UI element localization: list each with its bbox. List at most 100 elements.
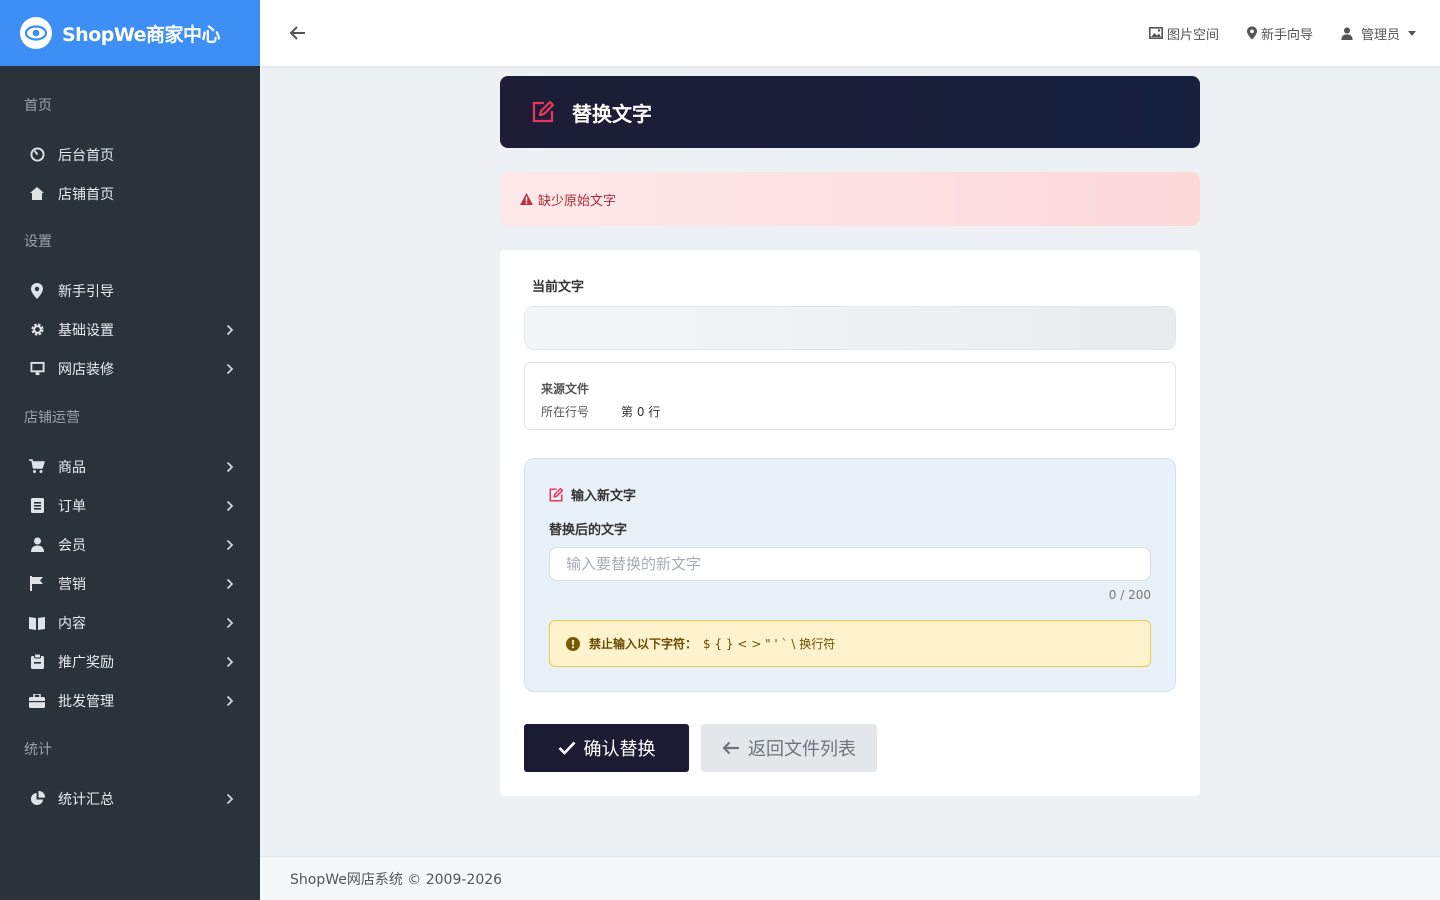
sidebar: ShopWe商家中心 首页 后台首页 店铺首页 设置 新手引导 基础设置 网店装… bbox=[0, 0, 260, 900]
sidebar-item-basic-settings[interactable]: 基础设置 bbox=[0, 310, 260, 349]
caret-down-icon bbox=[1408, 30, 1416, 36]
footer: ShopWe网店系统 © 2009-2026 bbox=[260, 856, 1440, 900]
header-link-image-space[interactable]: 图片空间 bbox=[1148, 24, 1219, 43]
sidebar-item-promotion[interactable]: 推广奖励 bbox=[0, 642, 260, 681]
briefcase-icon bbox=[29, 693, 45, 709]
chevron-right-icon bbox=[226, 363, 234, 374]
arrow-left-icon bbox=[722, 741, 739, 755]
back-to-file-list-button[interactable]: 返回文件列表 bbox=[701, 724, 877, 772]
list-icon bbox=[29, 498, 45, 514]
monitor-icon bbox=[29, 361, 45, 377]
header-link-label: 管理员 bbox=[1360, 27, 1400, 43]
image-icon bbox=[1148, 27, 1163, 39]
chevron-right-icon bbox=[226, 695, 234, 706]
sidebar-item-label: 内容 bbox=[58, 615, 86, 632]
chevron-right-icon bbox=[226, 500, 234, 511]
sidebar-item-label: 商品 bbox=[58, 459, 86, 476]
footer-copyright: ShopWe网店系统 © 2009-2026 bbox=[290, 871, 503, 888]
source-info-box: 来源文件 所在行号 第 0 行 bbox=[524, 362, 1176, 430]
user-icon bbox=[1341, 26, 1353, 40]
sidebar-item-label: 订单 bbox=[58, 498, 86, 515]
chevron-right-icon bbox=[226, 324, 234, 335]
line-number-value: 第 0 行 bbox=[621, 405, 661, 419]
sidebar-item-label: 店铺首页 bbox=[58, 186, 114, 203]
chevron-right-icon bbox=[226, 617, 234, 628]
header-link-label: 图片空间 bbox=[1166, 27, 1219, 43]
warning-chars: $ { } < > " ' ` \ 换行符 bbox=[703, 637, 836, 651]
sidebar-item-decoration[interactable]: 网店装修 bbox=[0, 349, 260, 388]
book-icon bbox=[29, 615, 45, 631]
sidebar-item-products[interactable]: 商品 bbox=[0, 447, 260, 486]
home-icon bbox=[29, 186, 45, 202]
edit-icon bbox=[532, 101, 554, 123]
edit-icon bbox=[549, 487, 563, 501]
user-icon bbox=[29, 537, 45, 553]
chevron-right-icon bbox=[226, 656, 234, 667]
map-marker-icon bbox=[1246, 26, 1257, 40]
gear-icon bbox=[29, 322, 45, 338]
chevron-right-icon bbox=[226, 461, 234, 472]
sidebar-item-guide[interactable]: 新手引导 bbox=[0, 271, 260, 310]
flag-icon bbox=[29, 576, 45, 592]
sidebar-item-marketing[interactable]: 营销 bbox=[0, 564, 260, 603]
sidebar-item-members[interactable]: 会员 bbox=[0, 525, 260, 564]
map-marker-icon bbox=[29, 282, 45, 299]
page-title: 替换文字 bbox=[572, 101, 652, 126]
warning-title: 禁止输入以下字符： bbox=[589, 637, 698, 651]
source-file-label: 来源文件 bbox=[541, 382, 590, 396]
header-link-label: 新手向导 bbox=[1260, 27, 1313, 43]
cart-icon bbox=[29, 459, 45, 475]
sidebar-item-label: 新手引导 bbox=[58, 283, 114, 300]
confirm-replace-button[interactable]: 确认替换 bbox=[524, 724, 689, 772]
back-arrow-icon[interactable] bbox=[288, 23, 308, 43]
sidebar-item-orders[interactable]: 订单 bbox=[0, 486, 260, 525]
nav-section-stats: 统计 bbox=[24, 742, 52, 758]
dashboard-icon bbox=[29, 147, 45, 163]
header-link-guide[interactable]: 新手向导 bbox=[1246, 24, 1313, 43]
pie-chart-icon bbox=[29, 791, 45, 807]
sidebar-item-label: 推广奖励 bbox=[58, 654, 114, 671]
sidebar-item-label: 营销 bbox=[58, 576, 86, 593]
sidebar-item-stats-summary[interactable]: 统计汇总 bbox=[0, 779, 260, 818]
brand-bar[interactable]: ShopWe商家中心 bbox=[0, 0, 260, 66]
top-header: 图片空间 新手向导 管理员 bbox=[260, 0, 1440, 66]
sidebar-item-label: 后台首页 bbox=[58, 147, 114, 164]
replace-form-card: 当前文字 来源文件 所在行号 第 0 行 输入新文字 替换后的文字 0 / 20… bbox=[500, 250, 1200, 796]
brand-logo-icon bbox=[20, 17, 52, 49]
chevron-right-icon bbox=[226, 793, 234, 804]
current-text-display bbox=[524, 306, 1176, 350]
new-text-panel-heading: 输入新文字 bbox=[549, 485, 636, 504]
nav-section-home: 首页 bbox=[24, 98, 52, 114]
sidebar-item-label: 网店装修 bbox=[58, 361, 114, 378]
replacement-text-label: 替换后的文字 bbox=[549, 523, 628, 538]
error-alert: 缺少原始文字 bbox=[500, 172, 1200, 226]
page-title-card: 替换文字 bbox=[500, 76, 1200, 148]
error-message: 缺少原始文字 bbox=[538, 193, 617, 209]
header-links: 图片空间 新手向导 管理员 bbox=[1121, 24, 1420, 43]
sidebar-item-label: 批发管理 bbox=[58, 693, 114, 710]
replacement-text-input[interactable] bbox=[549, 547, 1151, 581]
sidebar-item-label: 基础设置 bbox=[58, 322, 114, 339]
clipboard-icon bbox=[29, 654, 45, 670]
exclamation-circle-icon bbox=[566, 636, 580, 651]
header-link-admin[interactable]: 管理员 bbox=[1341, 24, 1420, 43]
chevron-right-icon bbox=[226, 578, 234, 589]
char-counter: 0 / 200 bbox=[1108, 588, 1151, 602]
new-text-panel-title: 输入新文字 bbox=[571, 489, 637, 504]
warning-triangle-icon bbox=[520, 193, 533, 205]
confirm-replace-label: 确认替换 bbox=[583, 739, 656, 759]
brand-title: ShopWe商家中心 bbox=[62, 23, 221, 46]
new-text-panel: 输入新文字 替换后的文字 0 / 200 禁止输入以下字符： $ { } < >… bbox=[524, 458, 1176, 692]
nav-section-operations: 店铺运营 bbox=[24, 410, 80, 426]
sidebar-item-content[interactable]: 内容 bbox=[0, 603, 260, 642]
sidebar-item-wholesale[interactable]: 批发管理 bbox=[0, 681, 260, 720]
sidebar-item-store-home[interactable]: 店铺首页 bbox=[0, 174, 260, 213]
sidebar-item-label: 统计汇总 bbox=[58, 791, 114, 808]
sidebar-item-dashboard[interactable]: 后台首页 bbox=[0, 135, 260, 174]
check-icon bbox=[558, 741, 575, 755]
sidebar-item-label: 会员 bbox=[58, 537, 86, 554]
current-text-label: 当前文字 bbox=[532, 280, 585, 295]
nav-section-settings: 设置 bbox=[24, 234, 52, 250]
back-to-file-list-label: 返回文件列表 bbox=[748, 739, 856, 759]
forbidden-chars-warning: 禁止输入以下字符： $ { } < > " ' ` \ 换行符 bbox=[549, 620, 1151, 667]
